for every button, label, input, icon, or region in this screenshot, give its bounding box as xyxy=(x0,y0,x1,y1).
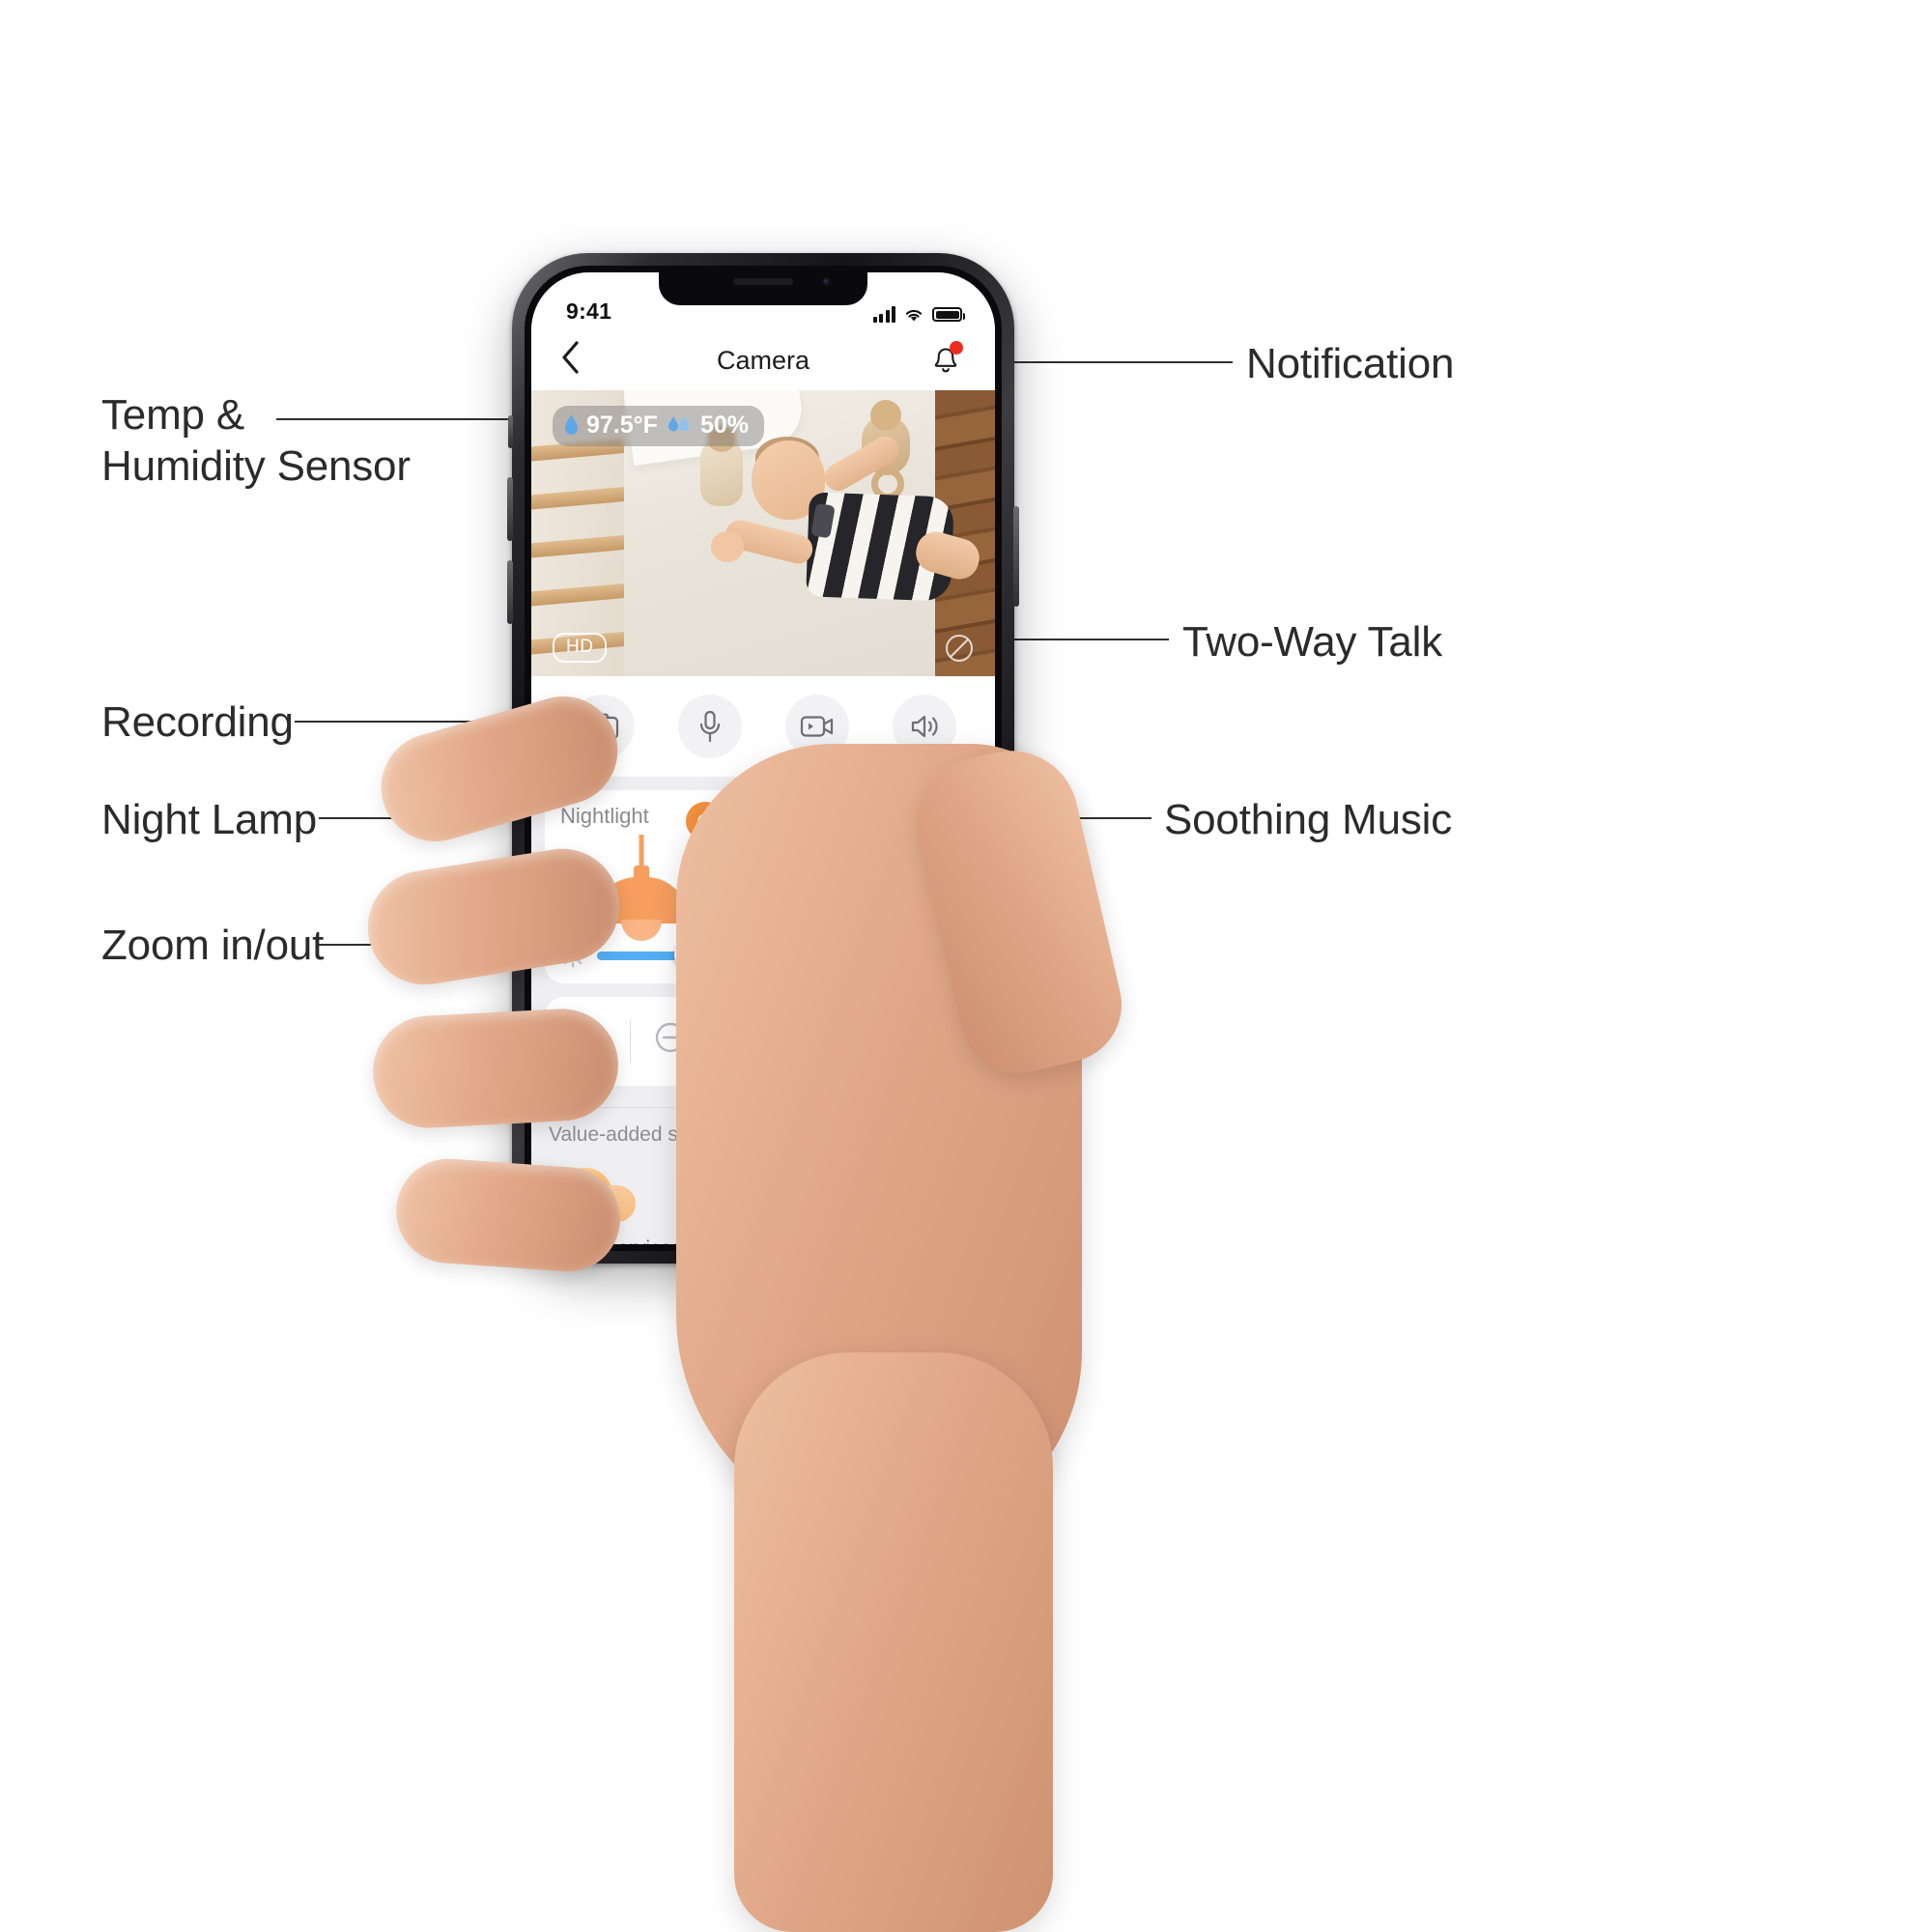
back-button[interactable] xyxy=(560,340,599,381)
camera-icon xyxy=(586,713,618,740)
cellular-bars-icon xyxy=(872,306,895,323)
rotate-180-icon: 180° xyxy=(923,1023,958,1060)
annotation-recording: Recording xyxy=(101,698,294,746)
lullaby-title: Lullaby 1 xyxy=(823,804,910,828)
flip-vertical-button[interactable] xyxy=(825,1014,879,1068)
video-record-icon xyxy=(800,716,833,737)
sound-button[interactable] xyxy=(892,695,956,758)
volume-icon xyxy=(769,946,786,963)
zoom-out-button[interactable] xyxy=(647,1014,701,1068)
content-area: Nightlight Lullaby 1 180° Value-added se… xyxy=(531,777,995,1244)
notification-button[interactable] xyxy=(925,340,966,381)
annotation-soothing-music: Soothing Music xyxy=(1164,796,1453,843)
volume-down-button[interactable] xyxy=(507,560,513,624)
manage-order-label: Manage your order xyxy=(748,1237,902,1244)
status-icons xyxy=(872,306,965,325)
annotation-two-way-talk: Two-Way Talk xyxy=(1182,618,1442,666)
volume-slider-row[interactable] xyxy=(767,941,966,968)
volume-slider-fill xyxy=(804,950,918,959)
volume-up-button[interactable] xyxy=(507,477,513,541)
previous-track-button[interactable] xyxy=(767,867,800,899)
wrist xyxy=(734,1352,1053,1932)
brightness-icon xyxy=(560,943,585,968)
skip-back-icon xyxy=(771,868,795,893)
tool-divider xyxy=(895,1020,896,1063)
lamp-illustration-area xyxy=(560,829,723,941)
baby-hand-left xyxy=(711,531,744,562)
brightness-slider-knob[interactable] xyxy=(673,942,701,969)
humidity-value: 50% xyxy=(699,412,749,439)
front-camera xyxy=(822,277,831,286)
quality-badge[interactable]: HD xyxy=(553,633,608,663)
music-controls xyxy=(767,829,966,937)
flip-horizontal-icon xyxy=(745,1024,781,1059)
status-time: 9:41 xyxy=(566,298,612,324)
zoom-in-button[interactable] xyxy=(559,1014,613,1068)
feature-cards-row: Nightlight Lullaby 1 xyxy=(545,790,981,983)
temp-humidity-badge: 97.5°F 50% xyxy=(553,406,764,446)
cloud-services-item[interactable]: Cloud services xyxy=(549,1158,703,1244)
notch xyxy=(659,272,867,305)
annotation-zoom-in-out: Zoom in/out xyxy=(101,922,325,969)
flip-vertical-icon xyxy=(831,1024,872,1059)
microphone-icon xyxy=(699,710,720,743)
play-button[interactable] xyxy=(838,855,895,911)
status-bar: 9:41 xyxy=(531,272,995,330)
snapshot-button[interactable] xyxy=(570,695,635,758)
camera-controls-row xyxy=(531,676,995,777)
mute-switch[interactable] xyxy=(508,415,513,448)
annotation-notification: Notification xyxy=(1246,340,1455,387)
svg-text:180°: 180° xyxy=(927,1035,953,1049)
volume-slider[interactable] xyxy=(804,941,966,968)
two-way-talk-button[interactable] xyxy=(677,695,742,758)
flip-horizontal-button[interactable] xyxy=(736,1014,790,1068)
phone-bezel: 9:41 Camera 97.5°F 50% HD Nightlight Lul… xyxy=(525,266,1002,1251)
plush-toy-left xyxy=(700,425,743,506)
power-icon xyxy=(696,811,714,830)
phone-frame: 9:41 Camera 97.5°F 50% HD Nightlight Lul… xyxy=(507,253,1019,1264)
annotation-night-lamp: Night Lamp xyxy=(101,796,318,843)
earpiece-speaker xyxy=(733,278,793,285)
cloud-icon xyxy=(549,1158,638,1230)
volume-slider-knob[interactable] xyxy=(903,941,931,968)
manage-order-item[interactable]: Manage your order xyxy=(748,1158,902,1244)
tool-divider xyxy=(807,1020,809,1063)
zoom-out-icon xyxy=(656,1022,693,1060)
brightness-slider-row[interactable] xyxy=(560,942,723,969)
zoom-in-icon xyxy=(567,1022,604,1060)
battery-full-icon xyxy=(932,307,965,322)
lullaby-card[interactable]: Lullaby 1 xyxy=(752,790,981,983)
annotation-temp-humidity: Temp & Humidity Sensor xyxy=(101,391,411,490)
play-icon xyxy=(860,873,875,893)
pendant-lamp-icon xyxy=(589,835,694,941)
thermometer-drop-icon xyxy=(565,413,578,435)
skip-forward-icon xyxy=(938,868,962,893)
value-added-items: Cloud services Manage your order xyxy=(545,1158,981,1244)
rotate-180-button[interactable]: 180° xyxy=(913,1014,967,1068)
cloud-services-label: Cloud services xyxy=(549,1237,703,1244)
phone-screen: 9:41 Camera 97.5°F 50% HD Nightlight Lul… xyxy=(531,272,995,1244)
record-button[interactable] xyxy=(784,695,849,758)
value-added-title: Value-added services xyxy=(549,1123,743,1146)
fullscreen-icon[interactable] xyxy=(943,632,976,665)
wifi-icon xyxy=(905,309,923,322)
phone-mockup: 9:41 Camera 97.5°F 50% HD Nightlight Lul… xyxy=(507,253,1019,1264)
next-track-button[interactable] xyxy=(933,867,966,899)
camera-live-view[interactable]: 97.5°F 50% HD xyxy=(531,390,995,676)
power-button[interactable] xyxy=(1013,506,1019,607)
order-card-icon xyxy=(748,1158,837,1230)
speaker-icon xyxy=(911,715,938,738)
temperature-value: 97.5°F xyxy=(586,412,658,439)
view-tools-row: 180° xyxy=(545,997,981,1086)
nightlight-card[interactable]: Nightlight xyxy=(545,790,738,983)
tool-divider xyxy=(629,1020,631,1063)
water-drop-icon xyxy=(668,415,689,431)
notification-badge xyxy=(950,341,963,355)
nav-bar: Camera xyxy=(531,330,995,390)
tool-divider xyxy=(718,1020,720,1063)
brightness-slider[interactable] xyxy=(597,942,723,969)
